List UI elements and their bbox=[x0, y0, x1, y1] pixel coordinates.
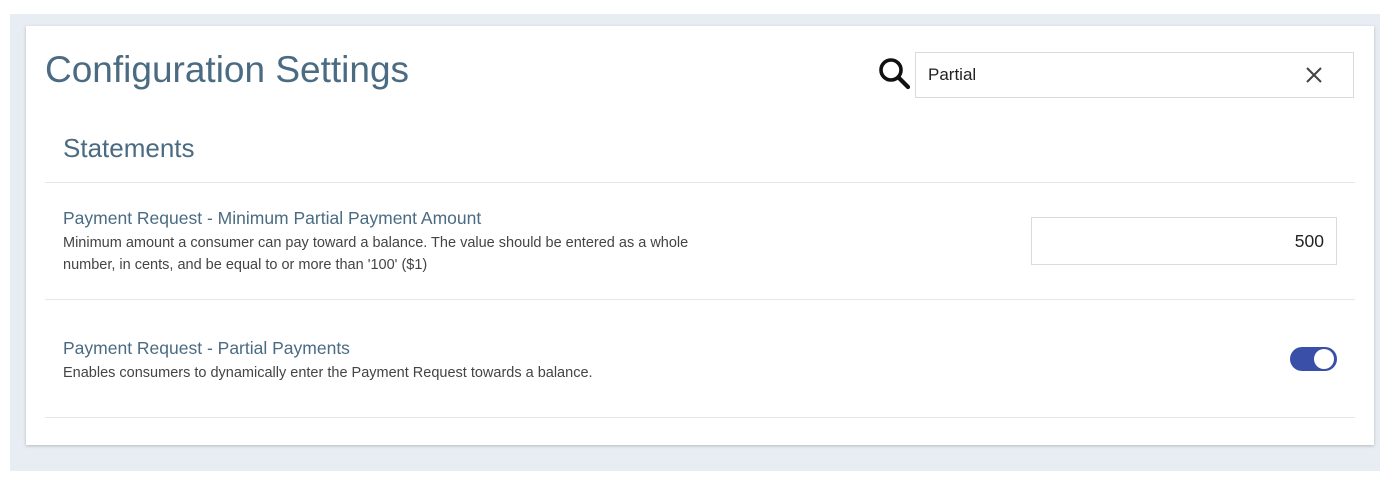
close-icon[interactable] bbox=[1305, 66, 1323, 84]
search-icon bbox=[879, 58, 911, 90]
search-input[interactable] bbox=[928, 53, 1288, 97]
setting-label-minimum-partial-payment: Payment Request - Minimum Partial Paymen… bbox=[63, 208, 482, 228]
partial-payments-toggle[interactable] bbox=[1290, 347, 1337, 371]
minimum-partial-payment-input[interactable] bbox=[1031, 217, 1337, 265]
search-box bbox=[915, 52, 1354, 98]
page-title: Configuration Settings bbox=[45, 49, 410, 90]
toggle-knob bbox=[1314, 349, 1334, 369]
setting-description-minimum-partial-payment: Minimum amount a consumer can pay toward… bbox=[63, 235, 689, 273]
divider bbox=[45, 299, 1355, 300]
settings-card: Configuration Settings Statements Paymen… bbox=[26, 26, 1374, 445]
divider bbox=[45, 182, 1355, 183]
setting-label-partial-payments: Payment Request - Partial Payments bbox=[63, 338, 350, 358]
divider bbox=[45, 417, 1355, 418]
setting-description-partial-payments: Enables consumers to dynamically enter t… bbox=[63, 365, 593, 381]
section-title: Statements bbox=[63, 133, 195, 163]
